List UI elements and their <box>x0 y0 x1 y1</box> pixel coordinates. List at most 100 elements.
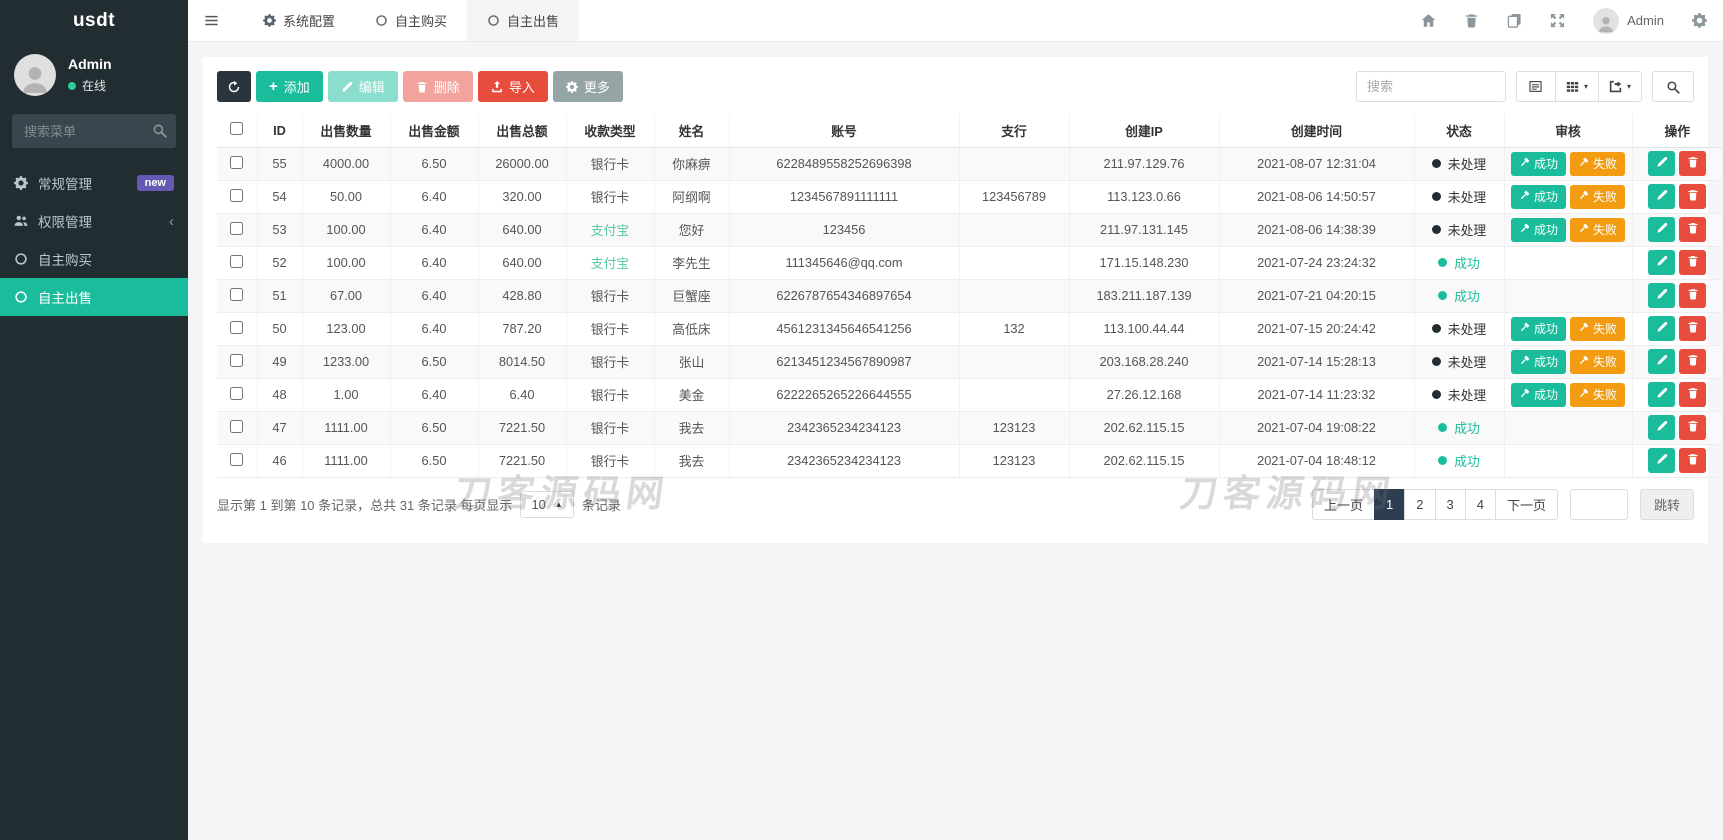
edit-row-button[interactable] <box>1648 415 1675 440</box>
import-button[interactable]: 导入 <box>478 71 548 102</box>
tab-self-buy[interactable]: 自主购买 <box>355 0 467 41</box>
audit-success-button[interactable]: 成功 <box>1511 350 1566 374</box>
page-size-dropdown[interactable]: 10 ▲ <box>520 491 573 518</box>
edit-row-button[interactable] <box>1648 283 1675 308</box>
cell-branch <box>959 213 1069 246</box>
audit-fail-button[interactable]: 失败 <box>1570 185 1625 209</box>
delete-row-button[interactable] <box>1679 382 1706 407</box>
export-button[interactable]: ▾ <box>1598 71 1642 102</box>
cell-account: 4561231345646541256 <box>729 312 959 345</box>
audit-fail-button[interactable]: 失败 <box>1570 383 1625 407</box>
prev-page-button[interactable]: 上一页 <box>1312 489 1375 520</box>
audit-success-button[interactable]: 成功 <box>1511 218 1566 242</box>
trash-icon <box>416 81 428 93</box>
audit-fail-button[interactable]: 失败 <box>1570 317 1625 341</box>
gavel-icon <box>1519 388 1530 402</box>
sidebar-item-self-sell[interactable]: 自主出售 <box>0 278 188 316</box>
page-button-3[interactable]: 3 <box>1435 489 1466 520</box>
tab-label: 系统配置 <box>283 11 335 30</box>
edit-button[interactable]: 编辑 <box>328 71 398 102</box>
page-button-4[interactable]: 4 <box>1465 489 1496 520</box>
trash-icon[interactable] <box>1464 13 1479 28</box>
fullscreen-icon[interactable] <box>1550 13 1565 28</box>
page-button-2[interactable]: 2 <box>1404 489 1435 520</box>
table-search-input[interactable] <box>1356 71 1506 102</box>
delete-row-button[interactable] <box>1679 349 1706 374</box>
audit-fail-button[interactable]: 失败 <box>1570 152 1625 176</box>
tab-self-sell[interactable]: 自主出售 <box>467 0 579 41</box>
cell-branch <box>959 345 1069 378</box>
delete-row-button[interactable] <box>1679 184 1706 209</box>
row-checkbox[interactable] <box>230 420 243 433</box>
delete-row-button[interactable] <box>1679 250 1706 275</box>
row-checkbox[interactable] <box>230 222 243 235</box>
audit-success-button[interactable]: 成功 <box>1511 152 1566 176</box>
jump-page-input[interactable] <box>1570 489 1628 520</box>
row-checkbox[interactable] <box>230 288 243 301</box>
search-icon[interactable] <box>152 123 167 141</box>
edit-row-button[interactable] <box>1648 217 1675 242</box>
audit-fail-button[interactable]: 失败 <box>1570 218 1625 242</box>
cell-id: 46 <box>257 444 302 477</box>
row-checkbox[interactable] <box>230 189 243 202</box>
sidebar-item-self-buy[interactable]: 自主购买 <box>0 240 188 278</box>
settings-gear-icon[interactable] <box>1692 13 1707 28</box>
row-select-cell <box>217 279 257 312</box>
delete-row-button[interactable] <box>1679 283 1706 308</box>
hamburger-menu-icon[interactable] <box>188 0 235 41</box>
row-select-cell <box>217 246 257 279</box>
delete-row-button[interactable] <box>1679 151 1706 176</box>
sidebar-item-permission-management[interactable]: 权限管理‹ <box>0 202 188 240</box>
status-dot-icon <box>1432 390 1441 399</box>
pencil-icon <box>1656 189 1668 204</box>
row-checkbox[interactable] <box>230 321 243 334</box>
delete-row-button[interactable] <box>1679 316 1706 341</box>
select-all-checkbox[interactable] <box>230 122 243 135</box>
copy-pages-icon[interactable] <box>1507 13 1522 28</box>
cell-branch: 123123 <box>959 411 1069 444</box>
orders-table: ID出售数量出售金额出售总额收款类型姓名账号支行创建IP创建时间状态审核操作 5… <box>217 114 1722 478</box>
row-select-cell <box>217 444 257 477</box>
audit-success-button[interactable]: 成功 <box>1511 317 1566 341</box>
cell-name: 我去 <box>654 444 729 477</box>
cell-pay-type: 支付宝 <box>566 213 654 246</box>
row-checkbox[interactable] <box>230 387 243 400</box>
edit-row-button[interactable] <box>1648 349 1675 374</box>
edit-row-button[interactable] <box>1648 316 1675 341</box>
row-checkbox[interactable] <box>230 354 243 367</box>
more-button[interactable]: 更多 <box>553 71 623 102</box>
cell-name: 阿纲啊 <box>654 180 729 213</box>
navbar-user-menu[interactable]: Admin <box>1593 8 1664 34</box>
pencil-icon <box>1656 156 1668 171</box>
columns-button[interactable]: ▾ <box>1555 71 1599 102</box>
row-checkbox[interactable] <box>230 453 243 466</box>
detail-view-button[interactable] <box>1516 71 1556 102</box>
home-icon[interactable] <box>1421 13 1436 28</box>
audit-fail-button[interactable]: 失败 <box>1570 350 1625 374</box>
next-page-button[interactable]: 下一页 <box>1495 489 1558 520</box>
edit-row-button[interactable] <box>1648 250 1675 275</box>
tab-system-config[interactable]: 系统配置 <box>243 0 355 41</box>
delete-row-button[interactable] <box>1679 415 1706 440</box>
cell-created: 2021-08-07 12:31:04 <box>1219 147 1414 180</box>
delete-button[interactable]: 删除 <box>403 71 473 102</box>
row-checkbox[interactable] <box>230 255 243 268</box>
edit-row-button[interactable] <box>1648 448 1675 473</box>
jump-button[interactable]: 跳转 <box>1640 489 1694 520</box>
status-badge: 未处理 <box>1432 385 1486 404</box>
row-checkbox[interactable] <box>230 156 243 169</box>
edit-row-button[interactable] <box>1648 184 1675 209</box>
grid-columns-icon <box>1566 80 1579 93</box>
search-submit-button[interactable] <box>1652 71 1694 102</box>
delete-row-button[interactable] <box>1679 217 1706 242</box>
sidebar-item-general-management[interactable]: 常规管理new <box>0 164 188 202</box>
cell-total: 320.00 <box>478 180 566 213</box>
add-button[interactable]: + 添加 <box>256 71 323 102</box>
edit-row-button[interactable] <box>1648 151 1675 176</box>
audit-success-button[interactable]: 成功 <box>1511 185 1566 209</box>
delete-row-button[interactable] <box>1679 448 1706 473</box>
refresh-button[interactable] <box>217 71 251 102</box>
edit-row-button[interactable] <box>1648 382 1675 407</box>
audit-success-button[interactable]: 成功 <box>1511 383 1566 407</box>
page-button-1[interactable]: 1 <box>1374 489 1405 520</box>
